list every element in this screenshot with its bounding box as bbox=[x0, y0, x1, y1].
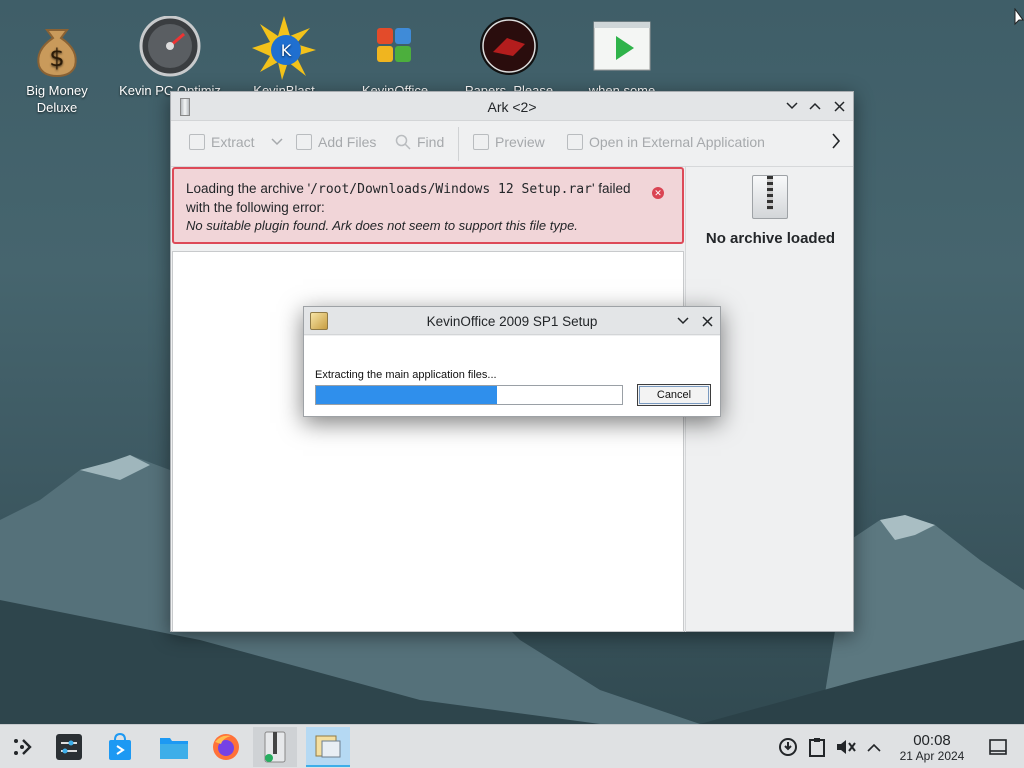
setup-titlebar[interactable]: KevinOffice 2009 SP1 Setup bbox=[304, 307, 720, 335]
office-logo-icon bbox=[363, 16, 427, 80]
toolbar-separator bbox=[458, 127, 459, 161]
desktop-icon-big-money-deluxe[interactable]: $ Big Money Deluxe bbox=[5, 10, 109, 116]
maximize-button[interactable] bbox=[806, 97, 824, 115]
ark-titlebar[interactable]: Ark <2> bbox=[171, 92, 853, 121]
close-icon bbox=[701, 315, 713, 327]
firefox-icon bbox=[213, 734, 239, 760]
setup-close-button[interactable] bbox=[698, 312, 716, 330]
taskbar-file-manager[interactable] bbox=[152, 727, 196, 767]
desktop-icon-kevin-pc-optimizer[interactable]: Kevin PC Optimiz bbox=[118, 10, 222, 99]
preview-icon bbox=[473, 134, 489, 150]
starburst-globe-icon: K bbox=[252, 16, 316, 80]
open-external-label: Open in External Application bbox=[589, 134, 765, 150]
taskbar-discover[interactable] bbox=[98, 727, 142, 767]
error-prefix: Loading the archive ' bbox=[186, 181, 311, 196]
error-message-box: Loading the archive '/root/Downloads/Win… bbox=[172, 167, 684, 244]
desktop-icon-label: Big Money Deluxe bbox=[26, 83, 88, 115]
taskbar: 00:08 21 Apr 2024 bbox=[0, 724, 1024, 768]
show-desktop-icon bbox=[989, 739, 1007, 755]
toolbar-overflow-button[interactable] bbox=[831, 133, 841, 149]
taskbar-firefox[interactable] bbox=[204, 727, 248, 767]
cursor-icon bbox=[1014, 8, 1024, 26]
extract-label: Extract bbox=[211, 134, 255, 150]
search-icon bbox=[395, 134, 411, 150]
setup-package-icon bbox=[315, 735, 341, 758]
folder-icon bbox=[160, 738, 188, 759]
archive-zip-icon bbox=[752, 175, 788, 219]
setup-dialog: KevinOffice 2009 SP1 Setup Extracting th… bbox=[303, 306, 721, 417]
ark-window-title: Ark <2> bbox=[487, 99, 537, 115]
application-launcher-button[interactable] bbox=[0, 727, 44, 767]
error-detail: No suitable plugin found. Ark does not s… bbox=[186, 218, 578, 233]
close-button[interactable] bbox=[830, 97, 848, 115]
chevron-up-icon bbox=[809, 102, 821, 110]
error-line-2: with the following error: bbox=[186, 200, 325, 215]
extract-button[interactable]: Extract bbox=[189, 134, 283, 150]
find-button[interactable]: Find bbox=[395, 134, 444, 150]
no-archive-label: No archive loaded bbox=[705, 230, 836, 247]
preview-label: Preview bbox=[495, 134, 545, 150]
taskbar-clock[interactable]: 00:08 21 Apr 2024 bbox=[888, 732, 976, 764]
error-suffix: ' failed bbox=[591, 181, 631, 196]
extract-icon bbox=[189, 134, 205, 150]
ark-zip-icon bbox=[264, 731, 286, 763]
chevron-down-icon bbox=[786, 102, 798, 110]
open-external-button[interactable]: Open in External Application bbox=[567, 134, 765, 150]
add-files-icon bbox=[296, 134, 312, 150]
shopping-bag-icon bbox=[109, 733, 131, 760]
clock-time: 00:08 bbox=[913, 732, 951, 749]
svg-text:$: $ bbox=[49, 44, 64, 72]
error-line-1: Loading the archive '/root/Downloads/Win… bbox=[186, 180, 670, 199]
desktop-icon-kevinoffice[interactable]: KevinOffice bbox=[343, 10, 447, 99]
papers-please-icon bbox=[477, 16, 541, 80]
settings-sliders-icon bbox=[56, 734, 82, 760]
add-files-button[interactable]: Add Files bbox=[296, 134, 376, 150]
dismiss-error-icon[interactable]: ✕ bbox=[652, 187, 664, 199]
close-icon bbox=[833, 100, 845, 112]
setup-dialog-title: KevinOffice 2009 SP1 Setup bbox=[426, 314, 598, 329]
setup-minimize-button[interactable] bbox=[674, 312, 692, 330]
minimize-button[interactable] bbox=[783, 97, 801, 115]
chevron-up-icon bbox=[867, 743, 881, 752]
money-bag-icon: $ bbox=[25, 16, 89, 80]
chevron-right-icon bbox=[832, 133, 841, 149]
desktop-icon-when-some[interactable]: when some bbox=[570, 10, 674, 99]
launcher-icon bbox=[14, 739, 32, 755]
open-external-icon bbox=[567, 134, 583, 150]
desktop-icon-kevinblast[interactable]: K KevinBlast bbox=[232, 10, 336, 99]
chevron-down-icon bbox=[677, 317, 689, 325]
error-archive-path: /root/Downloads/Windows 12 Setup.rar bbox=[310, 182, 592, 197]
video-play-icon bbox=[590, 16, 654, 80]
clock-date: 21 Apr 2024 bbox=[899, 749, 965, 763]
speedometer-icon bbox=[138, 15, 202, 80]
show-desktop-button[interactable] bbox=[976, 727, 1020, 767]
clipboard-icon bbox=[809, 738, 825, 757]
add-files-label: Add Files bbox=[318, 134, 377, 150]
preview-button[interactable]: Preview bbox=[473, 134, 545, 150]
extraction-progress-bar bbox=[315, 385, 623, 405]
setup-body: Extracting the main application files...… bbox=[304, 336, 720, 416]
progress-fill bbox=[316, 386, 497, 404]
setup-status-message: Extracting the main application files... bbox=[315, 369, 497, 381]
cancel-button[interactable]: Cancel bbox=[637, 384, 711, 406]
taskbar-system-settings[interactable] bbox=[47, 727, 91, 767]
ark-toolbar: Extract Add Files Find Preview Open in E… bbox=[171, 121, 853, 167]
taskbar-kevinoffice-setup[interactable] bbox=[306, 727, 350, 767]
chevron-down-icon bbox=[271, 138, 283, 146]
taskbar-ark[interactable] bbox=[253, 727, 297, 767]
find-label: Find bbox=[417, 134, 445, 150]
svg-text:K: K bbox=[281, 41, 292, 60]
desktop-icon-papers-please[interactable]: Papers, Please bbox=[457, 10, 561, 99]
